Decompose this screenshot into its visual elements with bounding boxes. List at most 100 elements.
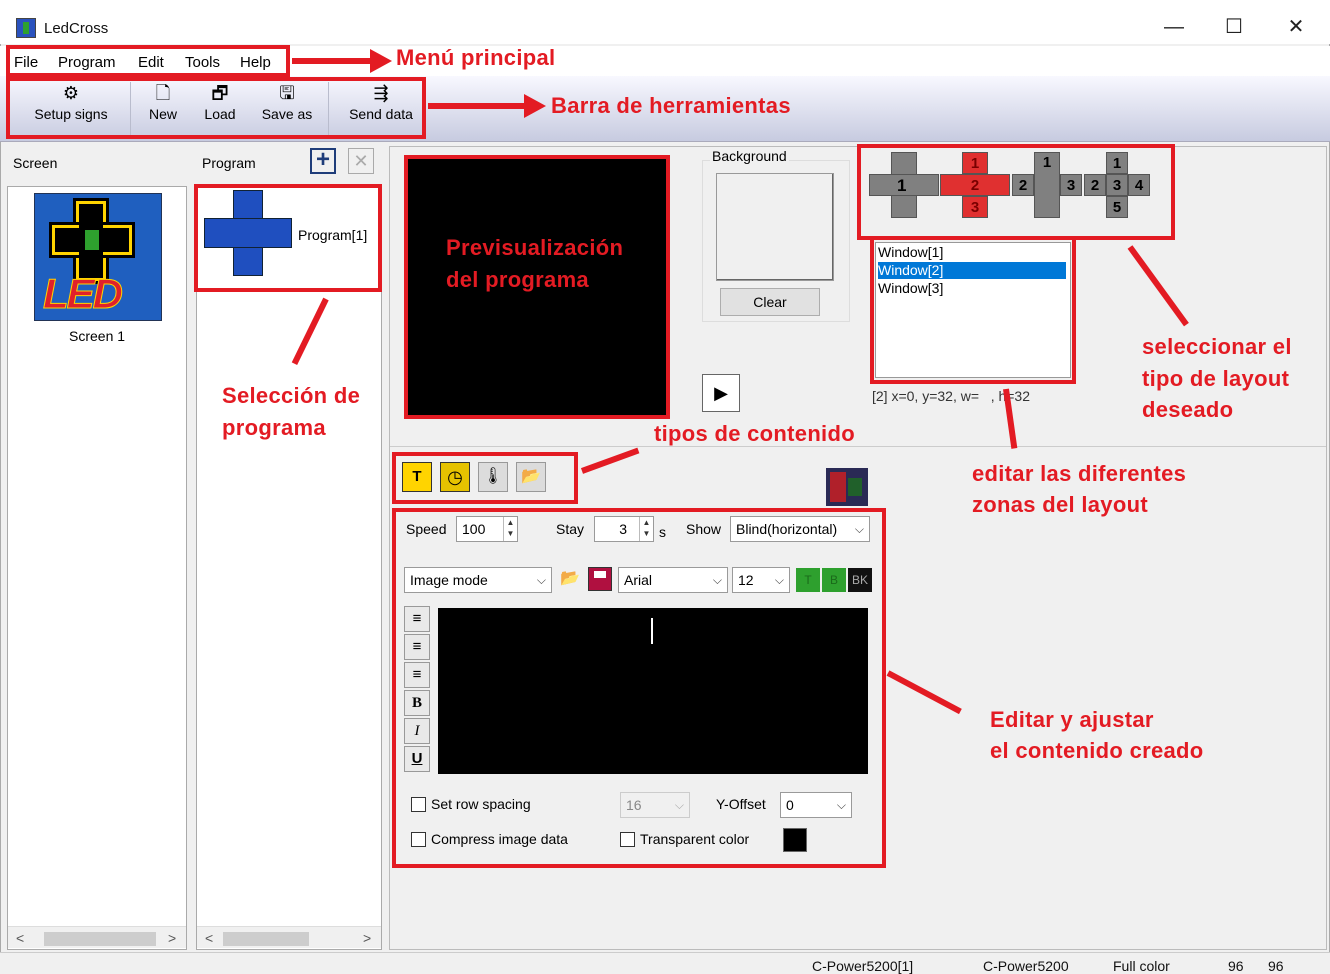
row-spacing-label: Set row spacing [431, 796, 531, 812]
clear-button[interactable]: Clear [720, 288, 820, 316]
add-program-button[interactable]: + [310, 148, 336, 174]
menu-program[interactable]: Program [58, 54, 116, 71]
transparent-color-swatch[interactable] [783, 828, 807, 852]
toolbar-divider [130, 82, 131, 136]
bg-color-button[interactable]: B [822, 568, 846, 592]
arrow [524, 94, 546, 118]
save-as-label: Save as [261, 106, 313, 122]
window-list-item[interactable]: Window[1] [878, 244, 1066, 261]
annotation-toolbar: Barra de herramientas [551, 93, 791, 118]
stay-unit: s [659, 524, 666, 540]
window-list-item[interactable]: Window[3] [878, 280, 1066, 297]
text-cursor [651, 618, 653, 644]
play-button[interactable]: ▶ [702, 374, 740, 412]
annotation-layout-2: tipo de layout [1142, 366, 1290, 391]
row-spacing-select[interactable]: 16 ⌵ [620, 792, 690, 818]
annotation-layout-1: seleccionar el [1142, 334, 1292, 359]
layout-option-2[interactable]: 1 2 3 [940, 152, 1010, 218]
open-file-icon[interactable]: 📂 [558, 567, 582, 591]
annotation-preview-2: del programa [446, 267, 589, 292]
stay-input[interactable]: 3 ▲ ▼ [594, 516, 654, 542]
content-text-area[interactable] [438, 608, 868, 774]
menu-edit[interactable]: Edit [138, 54, 164, 71]
italic-button[interactable]: I [404, 718, 430, 744]
clock-content-button[interactable]: ◷ [440, 462, 470, 492]
toolbar-divider [328, 82, 329, 136]
send-icon: ⇶ [373, 83, 389, 103]
background-preview[interactable] [716, 173, 834, 281]
menu-tools[interactable]: Tools [185, 54, 220, 71]
speed-input[interactable]: 100 ▲ ▼ [456, 516, 518, 542]
underline-button[interactable]: U [404, 746, 430, 772]
row-spacing-checkbox[interactable] [411, 797, 426, 812]
load-button[interactable]: 🗗 Load [194, 80, 246, 138]
show-label: Show [686, 521, 722, 537]
new-button[interactable]: 🗋 New [134, 80, 192, 138]
screen-scrollbar[interactable]: < > [8, 926, 186, 948]
maximize-button[interactable]: ☐ [1214, 12, 1254, 42]
layout-option-4[interactable]: 1 2 3 4 5 [1084, 152, 1154, 218]
chevron-down-icon: ⌵ [836, 798, 846, 812]
bk-color-button[interactable]: BK [848, 568, 872, 592]
setup-signs-button[interactable]: ⚙ Setup signs [14, 80, 128, 138]
size-select[interactable]: 12 ⌵ [732, 567, 790, 593]
mode-select[interactable]: Image mode ⌵ [404, 567, 552, 593]
new-label: New [148, 106, 177, 122]
screen-item-label[interactable]: Screen 1 [69, 328, 125, 344]
status-color-mode: Full color [1113, 958, 1170, 974]
y-offset-select[interactable]: 0 ⌵ [780, 792, 852, 818]
program-item-label[interactable]: Program[1] [298, 227, 367, 243]
status-device: C-Power5200[1] [812, 958, 914, 974]
app-logo-icon [16, 18, 36, 38]
program-scrollbar[interactable]: < > [197, 926, 381, 948]
align-left-icon[interactable]: ≡ [404, 606, 430, 632]
font-select[interactable]: Arial ⌵ [618, 567, 728, 593]
annotation-menu: Menú principal [396, 45, 556, 70]
program-panel-header: Program [202, 155, 256, 171]
layout-option-1[interactable]: 1 [869, 152, 939, 218]
program-thumbnail[interactable] [204, 190, 292, 276]
thermometer-content-button[interactable]: 🌡 [478, 462, 508, 492]
menu-help[interactable]: Help [240, 54, 271, 71]
transparent-label: Transparent color [640, 831, 750, 847]
align-center-icon[interactable]: ≡ [404, 634, 430, 660]
save-as-button[interactable]: 🖫 Save as [254, 80, 320, 138]
save-icon[interactable] [588, 567, 612, 591]
bold-button[interactable]: B [404, 690, 430, 716]
chevron-down-icon: ⌵ [712, 573, 722, 587]
layout-option-3[interactable]: 2 1 3 [1012, 152, 1082, 218]
annotation-edit-1: Editar y ajustar [990, 707, 1154, 732]
minimize-button[interactable]: — [1154, 12, 1194, 42]
folder-content-button[interactable]: 📂 [516, 462, 546, 492]
send-data-button[interactable]: ⇶ Send data [340, 80, 422, 138]
show-select[interactable]: Blind(horizontal) ⌵ [730, 516, 870, 542]
annotation-preview-1: Previsualización [446, 235, 624, 260]
annotation-program-2: programa [222, 415, 326, 440]
menu-file[interactable]: File [14, 54, 38, 71]
compress-checkbox[interactable] [411, 832, 426, 847]
led-logo-text: LED [43, 270, 124, 318]
screen-panel-header: Screen [13, 155, 58, 171]
thumbnail-preview [826, 468, 868, 506]
program-list [196, 186, 382, 950]
arrow [428, 103, 526, 109]
chevron-down-icon: ⌵ [536, 573, 546, 587]
save-as-icon: 🖫 [279, 83, 295, 103]
gear-icon: ⚙ [62, 83, 80, 103]
screen-thumbnail[interactable]: LED [34, 193, 162, 321]
annotation-zones-1: editar las diferentes [972, 461, 1187, 486]
align-right-icon[interactable]: ≡ [404, 662, 430, 688]
load-label: Load [204, 106, 236, 122]
close-button[interactable]: ✕ [1276, 12, 1316, 42]
annotation-program-1: Selección de [222, 383, 361, 408]
compress-label: Compress image data [431, 831, 568, 847]
remove-program-button[interactable]: ✕ [348, 148, 374, 174]
text-content-button[interactable]: T [402, 462, 432, 492]
stay-label: Stay [556, 521, 585, 537]
title-bar [0, 0, 1330, 44]
text-color-button[interactable]: T [796, 568, 820, 592]
window-list-item-selected[interactable]: Window[2] [878, 262, 1066, 279]
transparent-checkbox[interactable] [620, 832, 635, 847]
annotation-layout-3: deseado [1142, 397, 1234, 422]
chevron-down-icon: ⌵ [674, 798, 684, 812]
